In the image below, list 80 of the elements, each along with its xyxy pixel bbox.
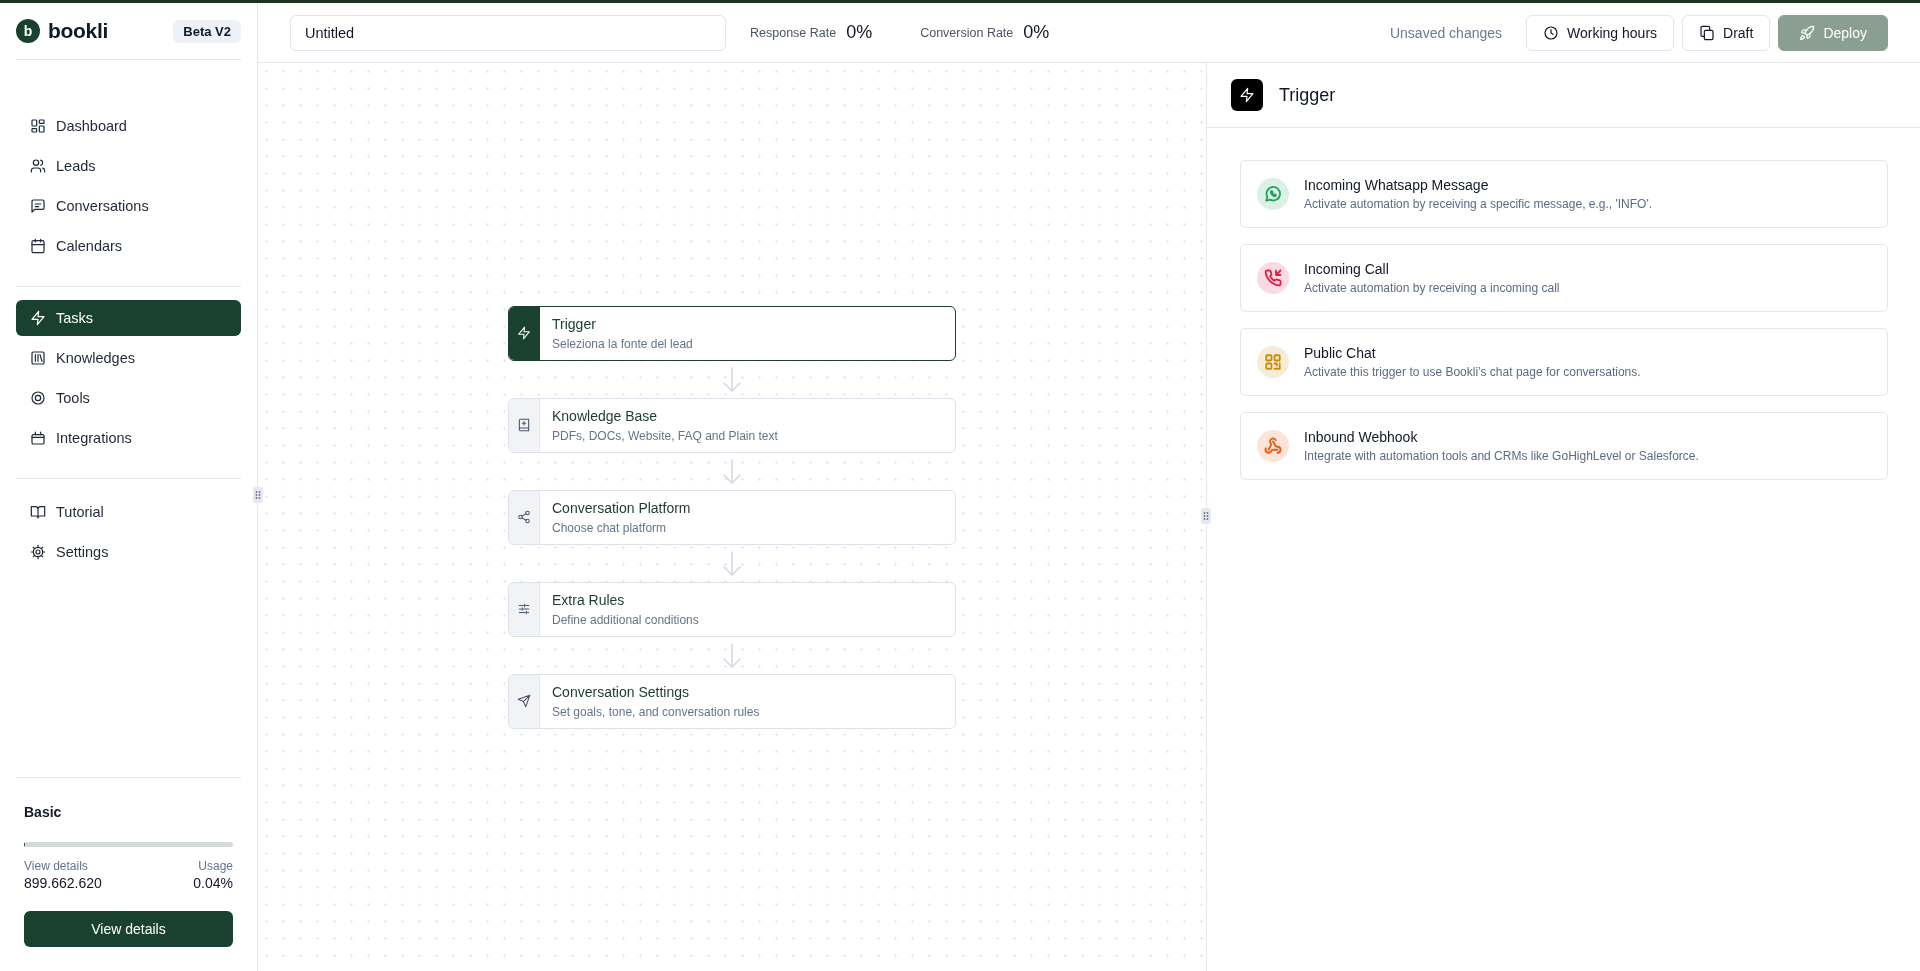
flow-step[interactable]: Trigger Seleziona la fonte del lead: [508, 305, 956, 361]
send-icon: [517, 694, 531, 708]
brand-name: bookli: [48, 19, 109, 43]
stat-label: Conversion Rate: [920, 25, 1014, 40]
nav-item[interactable]: Settings: [16, 532, 241, 572]
nav-item[interactable]: Integrations: [16, 418, 241, 458]
stat-label: View details: [24, 859, 89, 873]
rocket-icon: [1799, 24, 1816, 41]
lightning-icon: [517, 326, 531, 340]
step-title: Conversation Settings: [552, 683, 690, 700]
stat-label: Response Rate: [750, 25, 837, 40]
grip-handle-icon[interactable]: [253, 487, 263, 503]
step-title: Trigger: [552, 315, 597, 332]
draft-button[interactable]: Draft: [1682, 14, 1771, 51]
clock-icon: [1543, 24, 1560, 41]
version-badge: Beta V2: [173, 19, 241, 43]
option-description: Activate automation by receiving a specific message, e.g., 'INFO'.: [1304, 197, 1653, 211]
chat-icon: [30, 198, 46, 214]
flow-step[interactable]: Knowledge Base PDFs, DOCs, Website, FAQ and Plain text: [508, 397, 956, 453]
nav-item[interactable]: Tools: [16, 378, 241, 418]
step-subtitle: Seleziona la fonte del lead: [552, 336, 693, 351]
trigger-option[interactable]: Incoming Call Activate automation by receiving a incoming call: [1240, 244, 1888, 312]
option-description: Activate this trigger to use Bookli’s chat page for conversations.: [1304, 365, 1641, 379]
step-subtitle: PDFs, DOCs, Website, FAQ and Plain text: [552, 428, 778, 443]
trigger-option[interactable]: Incoming Whatsapp Message Activate automation by receiving a specific message, e.g., 'INFO'.: [1240, 160, 1888, 228]
nav-item[interactable]: Dashboard: [16, 106, 241, 146]
nav-item[interactable]: Leads: [16, 146, 241, 186]
nav-item[interactable]: Knowledges: [16, 338, 241, 378]
step-title: Conversation Platform: [552, 499, 691, 516]
grip-handle-icon[interactable]: [1201, 508, 1211, 524]
panel-title: Trigger: [1279, 84, 1336, 106]
dashboard-icon: [30, 118, 46, 134]
step-subtitle: Set goals, tone, and conversation rules: [552, 704, 760, 719]
users-icon: [30, 158, 46, 174]
copy-icon: [1699, 24, 1716, 41]
stat-value: 0.04%: [193, 875, 233, 891]
working-hours-button[interactable]: Working hours: [1526, 14, 1675, 51]
arrow-connector: [720, 550, 744, 576]
nav-item[interactable]: Tutorial: [16, 492, 241, 532]
arrow-connector: [720, 458, 744, 484]
library-icon: [30, 350, 46, 366]
stat-value: 0%: [846, 22, 873, 43]
step-subtitle: Define additional conditions: [552, 612, 699, 627]
arrow-connector: [720, 642, 744, 668]
lightning-icon: [30, 310, 46, 326]
step-title: Knowledge Base: [552, 407, 659, 424]
option-description: Activate automation by receiving a incoming call: [1304, 281, 1560, 295]
title-field[interactable]: Untitled: [290, 14, 726, 51]
option-title: Incoming Call: [1304, 261, 1390, 277]
trigger-option[interactable]: Public Chat Activate this trigger to use Bookli’s chat page for conversations.: [1240, 328, 1888, 396]
calendar-icon: [30, 238, 46, 254]
nav-item[interactable]: Calendars: [16, 226, 241, 266]
option-description: Integrate with automation tools and CRMs like GoHighLevel or Salesforce.: [1304, 449, 1699, 463]
plan-name: Basic: [24, 804, 63, 820]
stat-value: 899.662.620: [24, 875, 102, 891]
option-title: Incoming Whatsapp Message: [1304, 177, 1490, 193]
step-title: Extra Rules: [552, 591, 626, 608]
stat-value: 0%: [1023, 22, 1050, 43]
logo-mark: b: [16, 19, 40, 43]
box-icon: [30, 430, 46, 446]
book-plus-icon: [517, 418, 531, 432]
flow-step[interactable]: Conversation Settings Set goals, tone, and conversation rules: [508, 673, 956, 729]
nav-item[interactable]: Tasks: [16, 300, 241, 336]
sliders-icon: [517, 602, 531, 616]
option-title: Inbound Webhook: [1304, 429, 1419, 445]
trigger-option[interactable]: Inbound Webhook Integrate with automation tools and CRMs like GoHighLevel or Salesforce.: [1240, 412, 1888, 480]
share-icon: [517, 510, 531, 524]
flow-step[interactable]: Conversation Platform Choose chat platform: [508, 489, 956, 545]
arrow-connector: [720, 366, 744, 392]
stat-label: Usage: [198, 859, 233, 873]
settings-icon: [30, 544, 46, 560]
nav-item[interactable]: Conversations: [16, 186, 241, 226]
option-title: Public Chat: [1304, 345, 1377, 361]
flow-step[interactable]: Extra Rules Define additional conditions: [508, 581, 956, 637]
view-details-button[interactable]: View details: [24, 911, 233, 947]
lightning-icon: [1231, 79, 1263, 111]
book-icon: [30, 504, 46, 520]
save-status: Unsaved changes: [1389, 24, 1503, 41]
target-icon: [30, 390, 46, 406]
step-subtitle: Choose chat platform: [552, 520, 668, 535]
